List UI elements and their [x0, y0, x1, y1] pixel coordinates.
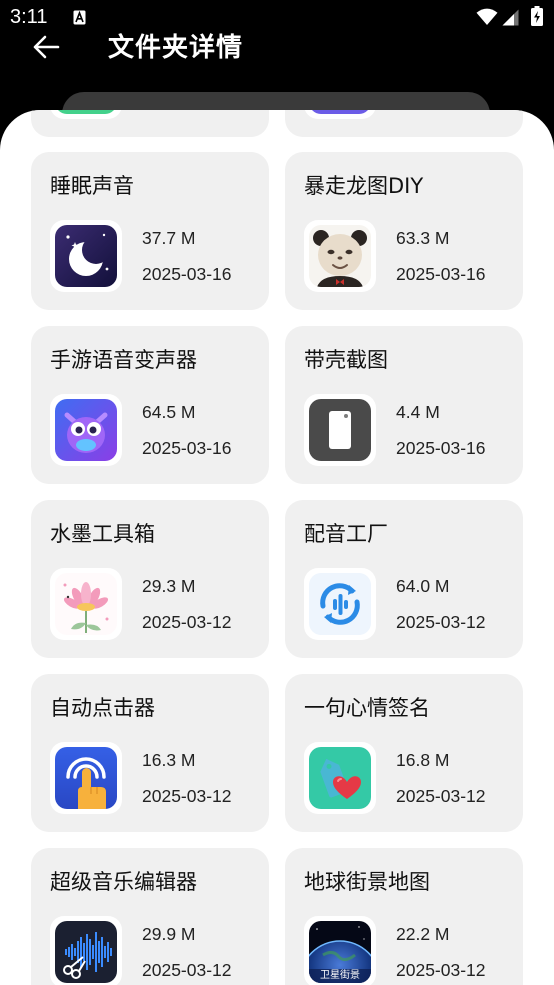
app-name: 超级音乐编辑器 — [50, 870, 197, 894]
status-time: 3:11 — [10, 6, 48, 28]
signal-icon — [502, 9, 519, 26]
app-card[interactable]: 水墨工具箱 29.3 M 2025-03-12 — [31, 500, 269, 658]
app-date: 2025-03-12 — [142, 960, 232, 980]
app-name: 手游语音变声器 — [50, 348, 197, 372]
app-size: 22.2 M — [396, 924, 450, 944]
app-date: 2025-03-16 — [396, 438, 486, 458]
purple-app-icon — [304, 110, 376, 119]
app-size: 37.7 M — [142, 228, 196, 248]
app-date: 2025-03-12 — [396, 612, 486, 632]
app-date: 2025-03-12 — [396, 960, 486, 980]
app-date: 2025-03-12 — [142, 612, 232, 632]
app-card[interactable]: 手游语音变声器 64.5 M 2025-03-16 — [31, 326, 269, 484]
app-name: 配音工厂 — [304, 522, 388, 546]
dubbing-wave-icon — [304, 568, 376, 640]
panda-meme-icon — [304, 220, 376, 292]
app-date: 2025-03-16 — [142, 264, 232, 284]
app-name: 带壳截图 — [304, 348, 388, 372]
app-size: 29.3 M — [142, 576, 196, 596]
app-size: 63.3 M — [396, 228, 450, 248]
app-size: 16.8 M — [396, 750, 450, 770]
app-card[interactable]: 自动点击器 16.3 M 2025-03-12 — [31, 674, 269, 832]
app-card[interactable]: 超级音乐编辑器 29.9 M 2025-03-12 — [31, 848, 269, 985]
app-name: 自动点击器 — [50, 696, 155, 720]
app-card[interactable] — [31, 110, 269, 137]
app-size: 4.4 M — [396, 402, 440, 422]
waveform-scissors-icon — [50, 916, 122, 985]
app-size: 29.9 M — [142, 924, 196, 944]
app-name: 睡眠声音 — [50, 174, 134, 198]
app-name: 一句心情签名 — [304, 696, 430, 720]
moon-sleep-icon — [50, 220, 122, 292]
app-card[interactable]: 睡眠声音 37.7 M 2025-03-16 — [31, 152, 269, 310]
icon-logo-text: 卫星街景 — [320, 970, 360, 981]
app-card[interactable]: 地球街景地图 卫星街景 22.2 M 2025-03-12 — [285, 848, 523, 985]
earth-street-view-icon: 卫星街景 — [304, 916, 376, 985]
app-card[interactable]: 一句心情签名 16.8 M 2025-03-12 — [285, 674, 523, 832]
app-date: 2025-03-16 — [142, 438, 232, 458]
app-grid-sheet[interactable]: 睡眠声音 37.7 M 2025-03-16 暴走龙图DIY 63.3 M 20… — [0, 110, 554, 985]
app-card[interactable] — [285, 110, 523, 137]
app-size: 64.0 M — [396, 576, 450, 596]
app-date: 2025-03-16 — [396, 264, 486, 284]
back-arrow-icon[interactable] — [32, 35, 60, 59]
app-size: 64.5 M — [142, 402, 196, 422]
lotus-flower-icon — [50, 568, 122, 640]
app-name: 地球街景地图 — [304, 870, 430, 894]
a-notification-icon — [73, 10, 86, 25]
phone-frame-icon — [304, 394, 376, 466]
app-date: 2025-03-12 — [142, 786, 232, 806]
wifi-icon — [476, 8, 498, 26]
app-name: 暴走龙图DIY — [304, 174, 424, 198]
battery-charging-icon — [531, 6, 543, 26]
app-card[interactable]: 暴走龙图DIY 63.3 M 2025-03-16 — [285, 152, 523, 310]
purple-monster-icon — [50, 394, 122, 466]
green-app-icon — [50, 110, 122, 119]
app-card[interactable]: 带壳截图 4.4 M 2025-03-16 — [285, 326, 523, 484]
app-card[interactable]: 配音工厂 64.0 M 2025-03-12 — [285, 500, 523, 658]
app-size: 16.3 M — [142, 750, 196, 770]
tapping-finger-icon — [50, 742, 122, 814]
app-date: 2025-03-12 — [396, 786, 486, 806]
app-name: 水墨工具箱 — [50, 522, 155, 546]
page-title: 文件夹详情 — [108, 33, 244, 63]
heart-tag-icon — [304, 742, 376, 814]
